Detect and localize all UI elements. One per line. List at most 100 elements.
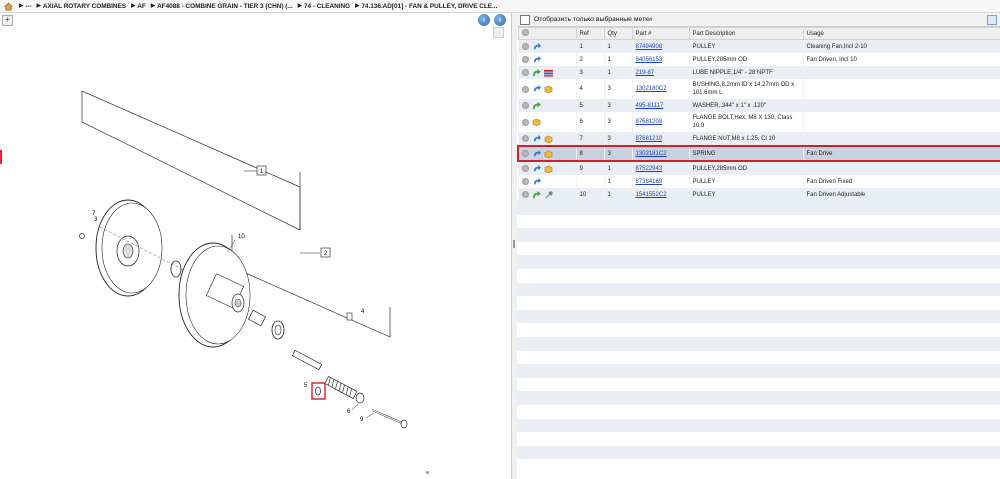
header-description[interactable]: Part Description: [688, 27, 804, 40]
table-row[interactable]: 6 3 87681208 FLANGE BOLT,Hex, M8 X 130, Cla…: [517, 112, 1000, 132]
row-icons: [517, 99, 576, 112]
cell-description: FLANGE BOLT,Hex, M8 X 130, Class 10.9: [688, 112, 803, 132]
row-icons: [517, 39, 576, 53]
cell-qty: 1: [603, 66, 632, 79]
cell-description: BUSHING,8.2mm ID x 14.27mm OD x 101.6mm …: [688, 79, 803, 99]
cell-qty: 1: [603, 39, 632, 53]
row-icons: [517, 79, 576, 99]
package-icon[interactable]: [532, 118, 541, 126]
status-circle-icon[interactable]: [521, 118, 529, 126]
table-row[interactable]: 7 3 87681210 FLANGE NUT,M8 x 1.25, Cl 10: [517, 132, 1000, 146]
status-circle-icon[interactable]: [521, 69, 529, 76]
blue-arrow-icon[interactable]: [532, 134, 541, 143]
table-row[interactable]: 2 1 84056153 PULLEY,285mm OD Fan Driven, Inc…: [517, 53, 1000, 66]
back-icon[interactable]: ‹: [478, 14, 490, 26]
part-number-link[interactable]: 1302181C2: [636, 151, 667, 157]
status-circle-icon[interactable]: [521, 102, 529, 109]
part-number-link[interactable]: 1302180C2: [636, 86, 667, 92]
breadcrumb-item[interactable]: ▶ AXIAL ROTARY COMBINES: [37, 3, 126, 10]
table-row[interactable]: 9 1 87522943 PULLEY,285mm OD: [517, 161, 1000, 175]
breadcrumb-item[interactable]: ▶ 74.136.AD[01] - FAN & PULLEY, DRIVE CLE…: [355, 3, 497, 10]
breadcrumb-item[interactable]: ▶ 74 - CLEANING: [298, 3, 350, 10]
cell-part-number: 1541552C2: [631, 188, 689, 201]
home-icon[interactable]: [3, 1, 13, 11]
cell-description: PULLEY,285mm OD: [688, 161, 803, 175]
row-icons: [517, 145, 576, 162]
cell-qty: 1: [603, 161, 632, 175]
row-icons: [517, 161, 576, 175]
status-circle-icon[interactable]: [522, 150, 529, 157]
blue-arrow-icon[interactable]: [532, 55, 541, 64]
wrench-icon[interactable]: [544, 190, 553, 199]
svg-text:4: 4: [361, 309, 365, 315]
table-row[interactable]: 10 1 1541552C2 PULLEY Fan Driven Adjustable: [517, 188, 1000, 201]
empty-row: [517, 391, 1000, 405]
part-number-link[interactable]: 87384189: [636, 179, 663, 185]
header-ref[interactable]: Ref: [575, 27, 605, 40]
svg-text:10: 10: [238, 234, 245, 240]
show-selected-checkbox[interactable]: [520, 14, 530, 25]
part-number-link[interactable]: 84056153: [636, 57, 663, 63]
filter-bar: Отобразить только выбранные метки: [517, 13, 1000, 27]
part-number-link[interactable]: 87522943: [636, 166, 663, 172]
table-row[interactable]: 5 3 495-81117 WASHER,.344" x 1" x .120": [517, 99, 1000, 112]
breadcrumb-item[interactable]: ▶ AF: [131, 3, 146, 10]
breadcrumb-item[interactable]: ▶ AF4088 - COMBINE GRAIN - TIER 3 (CHN) (…: [151, 3, 293, 10]
green-arrow-icon[interactable]: [532, 68, 541, 77]
package-icon[interactable]: [544, 165, 553, 173]
status-circle-icon[interactable]: [521, 85, 529, 93]
header-usage[interactable]: Usage: [802, 27, 1000, 40]
package-icon[interactable]: [544, 150, 553, 158]
cell-qty: 1: [603, 188, 632, 201]
forward-icon[interactable]: ›: [494, 14, 506, 26]
row-icons: [517, 53, 576, 66]
empty-row: [517, 296, 1000, 310]
cell-description: FLANGE NUT,M8 x 1.25, Cl 10: [688, 132, 803, 146]
status-circle-icon[interactable]: [521, 135, 529, 142]
empty-row: [517, 459, 1000, 473]
part-number-link[interactable]: 87681210: [636, 136, 663, 142]
status-circle-icon[interactable]: [521, 165, 529, 172]
part-number-link[interactable]: 495-81117: [636, 103, 664, 109]
status-circle-icon[interactable]: [521, 43, 529, 50]
status-circle-icon[interactable]: [521, 178, 529, 185]
header-part-number[interactable]: Part #: [631, 27, 690, 40]
info-stripes-icon[interactable]: [543, 69, 553, 77]
empty-table-area: [517, 201, 1000, 473]
cell-description: WASHER,.344" x 1" x .120": [688, 99, 803, 112]
blue-arrow-icon[interactable]: [532, 42, 541, 51]
part-number-link[interactable]: 87681208: [636, 119, 663, 125]
status-circle-icon[interactable]: [521, 56, 529, 63]
part-number-link[interactable]: 219-87: [636, 70, 655, 76]
cell-description: PULLEY: [688, 188, 803, 201]
part-number-link[interactable]: 1541552C2: [636, 192, 667, 198]
blue-arrow-icon[interactable]: [532, 164, 541, 173]
empty-row: [517, 241, 1000, 256]
part-number-link[interactable]: 87494908: [636, 44, 663, 50]
empty-row: [517, 350, 1000, 365]
table-row[interactable]: 3 1 219-87 LUBE NIPPLE,1/4" - 28 NPTF: [517, 66, 1000, 79]
blue-arrow-icon[interactable]: [532, 177, 541, 186]
breadcrumb-item[interactable]: ▶ ---: [19, 3, 32, 10]
header-qty[interactable]: Qty: [603, 27, 633, 40]
table-row[interactable]: 1 1 87494908 PULLEY Cleaning Fan,Incl 2-10: [517, 39, 1000, 53]
green-arrow-icon[interactable]: [532, 190, 541, 199]
blue-arrow-icon[interactable]: [532, 85, 541, 93]
cell-qty: 1: [603, 175, 632, 188]
table-row[interactable]: 1 87384189 PULLEY Fan Driven Fixed: [517, 175, 1000, 188]
export-icon[interactable]: [987, 15, 997, 25]
exploded-parts-diagram[interactable]: 1 2 7 3 10 4 5 6 9: [0, 27, 511, 477]
cell-description: PULLEY,285mm OD: [688, 53, 803, 66]
cell-ref: 3: [575, 66, 604, 79]
table-row[interactable]: 4 3 1302180C2 BUSHING,8.2mm ID x 14.27mm OD…: [517, 79, 1000, 99]
package-icon[interactable]: [544, 135, 553, 143]
diagram-pane: + ‹ › 1 2 7 3 10 4 5 6 9: [0, 13, 511, 479]
package-icon[interactable]: [544, 85, 553, 93]
blue-arrow-icon[interactable]: [532, 149, 541, 158]
svg-text:3: 3: [94, 217, 98, 223]
table-row-selected[interactable]: 8 3 1302181C2 SPRING Fan Drive: [517, 145, 1000, 162]
expand-icon[interactable]: +: [2, 15, 13, 26]
cell-part-number: 1302181C2: [631, 145, 689, 162]
green-arrow-icon[interactable]: [532, 101, 541, 110]
status-circle-icon[interactable]: [521, 191, 529, 198]
